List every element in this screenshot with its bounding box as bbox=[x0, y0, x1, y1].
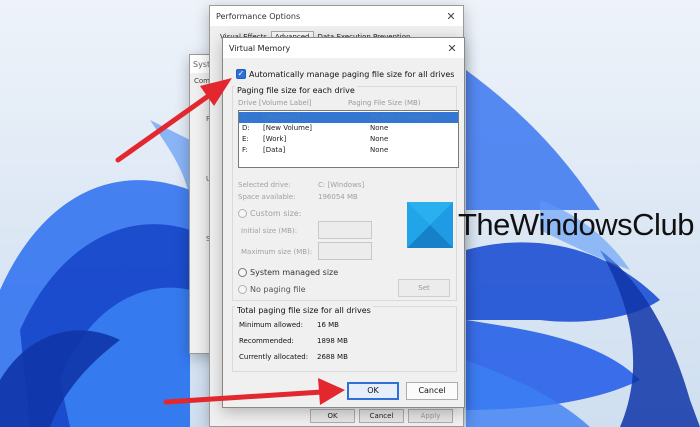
windows-club-logo-icon bbox=[407, 202, 453, 248]
drive-size: None bbox=[370, 135, 389, 143]
drive-label: [Windows] bbox=[263, 113, 300, 121]
column-header-size: Paging File Size (MB) bbox=[348, 99, 421, 107]
space-available-label: Space available: bbox=[238, 193, 296, 201]
drive-size: None bbox=[370, 146, 389, 154]
close-icon[interactable]: ✕ bbox=[446, 43, 458, 55]
currently-allocated-label: Currently allocated: bbox=[239, 353, 309, 361]
drive-row[interactable]: F: [Data] None bbox=[239, 145, 458, 156]
performance-options-title: Performance Options bbox=[216, 11, 301, 21]
drive-row[interactable]: E: [Work] None bbox=[239, 134, 458, 145]
custom-size-label: Custom size: bbox=[250, 209, 302, 218]
maximum-size-input[interactable] bbox=[318, 242, 372, 260]
auto-manage-row[interactable]: ✓ Automatically manage paging file size … bbox=[236, 69, 454, 79]
virtual-memory-title: Virtual Memory bbox=[229, 43, 291, 53]
column-header-drive: Drive [Volume Label] bbox=[238, 99, 312, 107]
perf-cancel-button[interactable]: Cancel bbox=[359, 409, 404, 423]
recommended-value: 1898 MB bbox=[317, 337, 348, 345]
drive-letter: F: bbox=[242, 146, 248, 154]
drive-letter: D: bbox=[242, 124, 250, 132]
perf-ok-button[interactable]: OK bbox=[310, 409, 355, 423]
currently-allocated-value: 2688 MB bbox=[317, 353, 348, 361]
no-paging-radio[interactable] bbox=[238, 285, 247, 294]
system-managed-label: System managed size bbox=[250, 268, 339, 277]
set-button[interactable]: Set bbox=[398, 279, 450, 297]
auto-manage-checkbox[interactable]: ✓ bbox=[236, 69, 246, 79]
maximum-size-label: Maximum size (MB): bbox=[241, 248, 313, 256]
virtual-memory-titlebar: Virtual Memory ✕ bbox=[223, 38, 464, 58]
drive-label: [Work] bbox=[263, 135, 287, 143]
custom-size-radio[interactable] bbox=[238, 209, 247, 218]
system-managed-radio[interactable] bbox=[238, 268, 247, 277]
selected-drive-label: Selected drive: bbox=[238, 181, 291, 189]
ok-button[interactable]: OK bbox=[347, 382, 399, 400]
perf-apply-button[interactable]: Apply bbox=[408, 409, 453, 423]
total-paging-group: Total paging file size for all drives Mi… bbox=[232, 306, 457, 372]
no-paging-label: No paging file bbox=[250, 285, 306, 294]
selected-drive-value: C: [Windows] bbox=[318, 181, 365, 189]
initial-size-label: Initial size (MB): bbox=[241, 227, 298, 235]
performance-options-titlebar: Performance Options ✕ bbox=[210, 6, 463, 26]
drive-size: None bbox=[370, 124, 389, 132]
brand-name: TheWindowsClub bbox=[458, 207, 694, 242]
performance-options-buttons: OK Cancel Apply bbox=[310, 409, 453, 423]
cancel-button[interactable]: Cancel bbox=[406, 382, 458, 400]
paging-group-title: Paging file size for each drive bbox=[235, 86, 357, 95]
drive-row[interactable]: C: [Windows] System managed bbox=[239, 112, 458, 123]
initial-size-input[interactable] bbox=[318, 221, 372, 239]
drive-letter: E: bbox=[242, 135, 249, 143]
recommended-label: Recommended: bbox=[239, 337, 294, 345]
system-properties-tab[interactable]: Com bbox=[194, 77, 210, 85]
drive-label: [New Volume] bbox=[263, 124, 312, 132]
drive-list[interactable]: C: [Windows] System managed D: [New Volu… bbox=[238, 110, 459, 168]
paging-file-group: Paging file size for each drive Drive [V… bbox=[232, 86, 459, 301]
minimum-allowed-label: Minimum allowed: bbox=[239, 321, 303, 329]
space-available-value: 196054 MB bbox=[318, 193, 358, 201]
minimum-allowed-value: 16 MB bbox=[317, 321, 339, 329]
drive-row[interactable]: D: [New Volume] None bbox=[239, 123, 458, 134]
brand-watermark: TheWindowsClub bbox=[407, 202, 694, 248]
drive-size: System managed bbox=[370, 113, 432, 121]
total-group-title: Total paging file size for all drives bbox=[235, 306, 373, 315]
drive-label: [Data] bbox=[263, 146, 286, 154]
auto-manage-label: Automatically manage paging file size fo… bbox=[249, 69, 455, 79]
drive-letter: C: bbox=[242, 113, 250, 121]
close-icon[interactable]: ✕ bbox=[445, 11, 457, 23]
